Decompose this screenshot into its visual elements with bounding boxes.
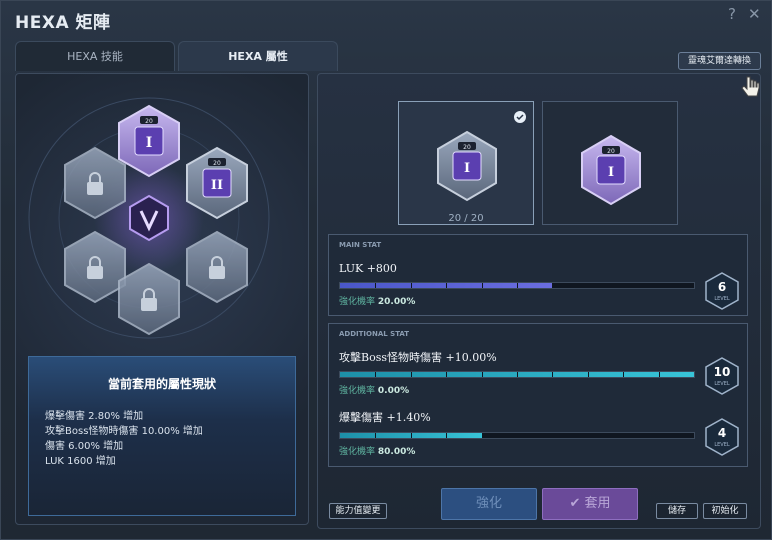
svg-text:I: I — [464, 161, 470, 176]
bar-segment-divider — [375, 433, 377, 438]
stat-core-card[interactable]: I 20 — [542, 101, 678, 225]
main-stat-box: MAIN STAT LUK +800 強化機率 20.00% — [328, 234, 748, 316]
card-level: 20 — [463, 144, 471, 151]
enhance-button[interactable]: 強化 — [441, 488, 537, 520]
slot-top-level: 20 — [145, 118, 153, 125]
main-stat-level-label: LEVEL — [714, 296, 730, 302]
main-stat-level: 6 — [718, 280, 726, 294]
main-stat-bar — [339, 282, 695, 289]
hex-slot-grid: I 20 II 20 — [28, 97, 270, 339]
window-title: HEXA 矩陣 — [15, 13, 111, 33]
close-button[interactable]: ✕ — [748, 5, 761, 23]
main-stat-name: LUK +800 — [339, 262, 397, 275]
status-line: 攻擊Boss怪物時傷害 10.00% 增加 — [45, 426, 203, 437]
bar-segment-divider — [658, 283, 660, 288]
current-status-box: 當前套用的屬性現狀 爆擊傷害 2.80% 增加 攻擊Boss怪物時傷害 10.0… — [28, 356, 296, 516]
bar-segment-divider — [446, 433, 448, 438]
additional-stat-level-badge-2: 4 LEVEL — [705, 418, 739, 456]
bar-segment-divider — [517, 283, 518, 288]
v-matrix-icon — [129, 194, 169, 242]
additional-stat-bar-1 — [339, 371, 695, 378]
hand-cursor-icon — [741, 76, 760, 97]
additional-stat-level-badge-1: 10 LEVEL — [705, 357, 739, 395]
bar-segment-divider — [375, 283, 377, 288]
bar-segment-divider — [658, 372, 660, 377]
additional-stat-level-1: 10 — [714, 365, 731, 379]
bar-segment-divider — [552, 372, 554, 377]
stat-core-card-selected[interactable]: I 20 — [398, 101, 534, 225]
stat-change-button[interactable]: 能力值變更 — [329, 503, 387, 519]
bar-segment-divider — [587, 433, 589, 438]
save-button[interactable]: 儲存 — [656, 503, 698, 519]
bar-segment-divider — [623, 283, 625, 288]
hexa-matrix-window: HEXA 矩陣 ? ✕ HEXA 技能 HEXA 屬性 I 20 II 20 當… — [0, 0, 772, 540]
card-count: 20 / 20 — [448, 213, 484, 224]
tab-hexa-stat[interactable]: HEXA 屬性 — [178, 41, 338, 71]
bar-segment-divider — [587, 372, 589, 377]
additional-stat-level-2: 4 — [718, 426, 726, 440]
sol-erda-swap-button[interactable]: 靈魂艾爾達轉換 — [678, 52, 761, 70]
additional-stat-level-label-2: LEVEL — [714, 442, 730, 448]
tab-hexa-skill[interactable]: HEXA 技能 — [15, 41, 175, 71]
card-level: 20 — [607, 148, 615, 155]
additional-stat-rate-2: 強化機率 80.00% — [339, 447, 416, 457]
bar-segment-divider — [410, 372, 412, 377]
status-line: 傷害 6.00% 增加 — [45, 441, 124, 452]
additional-stat-level-label-1: LEVEL — [714, 381, 730, 387]
bar-segment-divider — [446, 372, 448, 377]
apply-button[interactable]: ✔ 套用 — [542, 488, 638, 520]
bar-segment-divider — [375, 372, 377, 377]
help-button[interactable]: ? — [728, 5, 736, 23]
additional-stat-name-2: 爆擊傷害 +1.40% — [339, 411, 431, 424]
bar-segment-divider — [623, 433, 625, 438]
stat-core-card-art: I 20 — [581, 134, 641, 206]
slot-right-level: 20 — [213, 160, 221, 167]
bar-segment-divider — [517, 372, 518, 377]
bar-segment-divider — [481, 283, 483, 288]
check-circle-icon: ✔ — [569, 496, 581, 511]
bar-segment-divider — [623, 372, 625, 377]
additional-stat-rate-1: 強化機率 0.00% — [339, 386, 410, 396]
hex-slot-top[interactable]: I 20 — [118, 104, 180, 178]
bar-segment-divider — [446, 283, 448, 288]
bar-segment-divider — [481, 372, 483, 377]
bar-segment-divider — [552, 283, 554, 288]
slot-top-glyph: I — [146, 135, 153, 151]
svg-text:I: I — [608, 165, 614, 180]
apply-button-label: 套用 — [584, 496, 611, 511]
hex-slot-panel: I 20 II 20 當前套用的屬性現狀 爆擊傷害 2.80% 增加 攻擊Bos… — [15, 73, 309, 525]
additional-stat-name-1: 攻擊Boss怪物時傷害 +10.00% — [339, 351, 497, 364]
current-status-title: 當前套用的屬性現狀 — [107, 377, 216, 391]
bar-segment-divider — [517, 433, 518, 438]
hex-slot-bottom-locked — [118, 262, 180, 336]
additional-stat-box: ADDITIONAL STAT 攻擊Boss怪物時傷害 +10.00% 強化機率… — [328, 323, 748, 467]
bar-segment-divider — [658, 433, 660, 438]
status-line: 爆擊傷害 2.80% 增加 — [45, 411, 144, 422]
bar-segment-divider — [410, 283, 412, 288]
reset-button[interactable]: 初始化 — [703, 503, 747, 519]
main-stat-rate: 強化機率 20.00% — [339, 297, 416, 307]
additional-stat-header: ADDITIONAL STAT — [339, 330, 410, 338]
slot-right-glyph: II — [211, 178, 223, 193]
bar-segment-divider — [481, 433, 483, 438]
main-stat-header: MAIN STAT — [339, 241, 382, 249]
bar-segment-divider — [552, 433, 554, 438]
current-status-lines: 爆擊傷害 2.80% 增加 攻擊Boss怪物時傷害 10.00% 增加 傷害 6… — [45, 409, 203, 469]
stat-core-card-art: I 20 — [437, 111, 526, 202]
bar-segment-divider — [587, 283, 589, 288]
additional-stat-bar-2 — [339, 432, 695, 439]
bar-segment-divider — [410, 433, 412, 438]
main-stat-level-badge: 6 LEVEL — [705, 272, 739, 310]
status-line: LUK 1600 增加 — [45, 456, 116, 467]
